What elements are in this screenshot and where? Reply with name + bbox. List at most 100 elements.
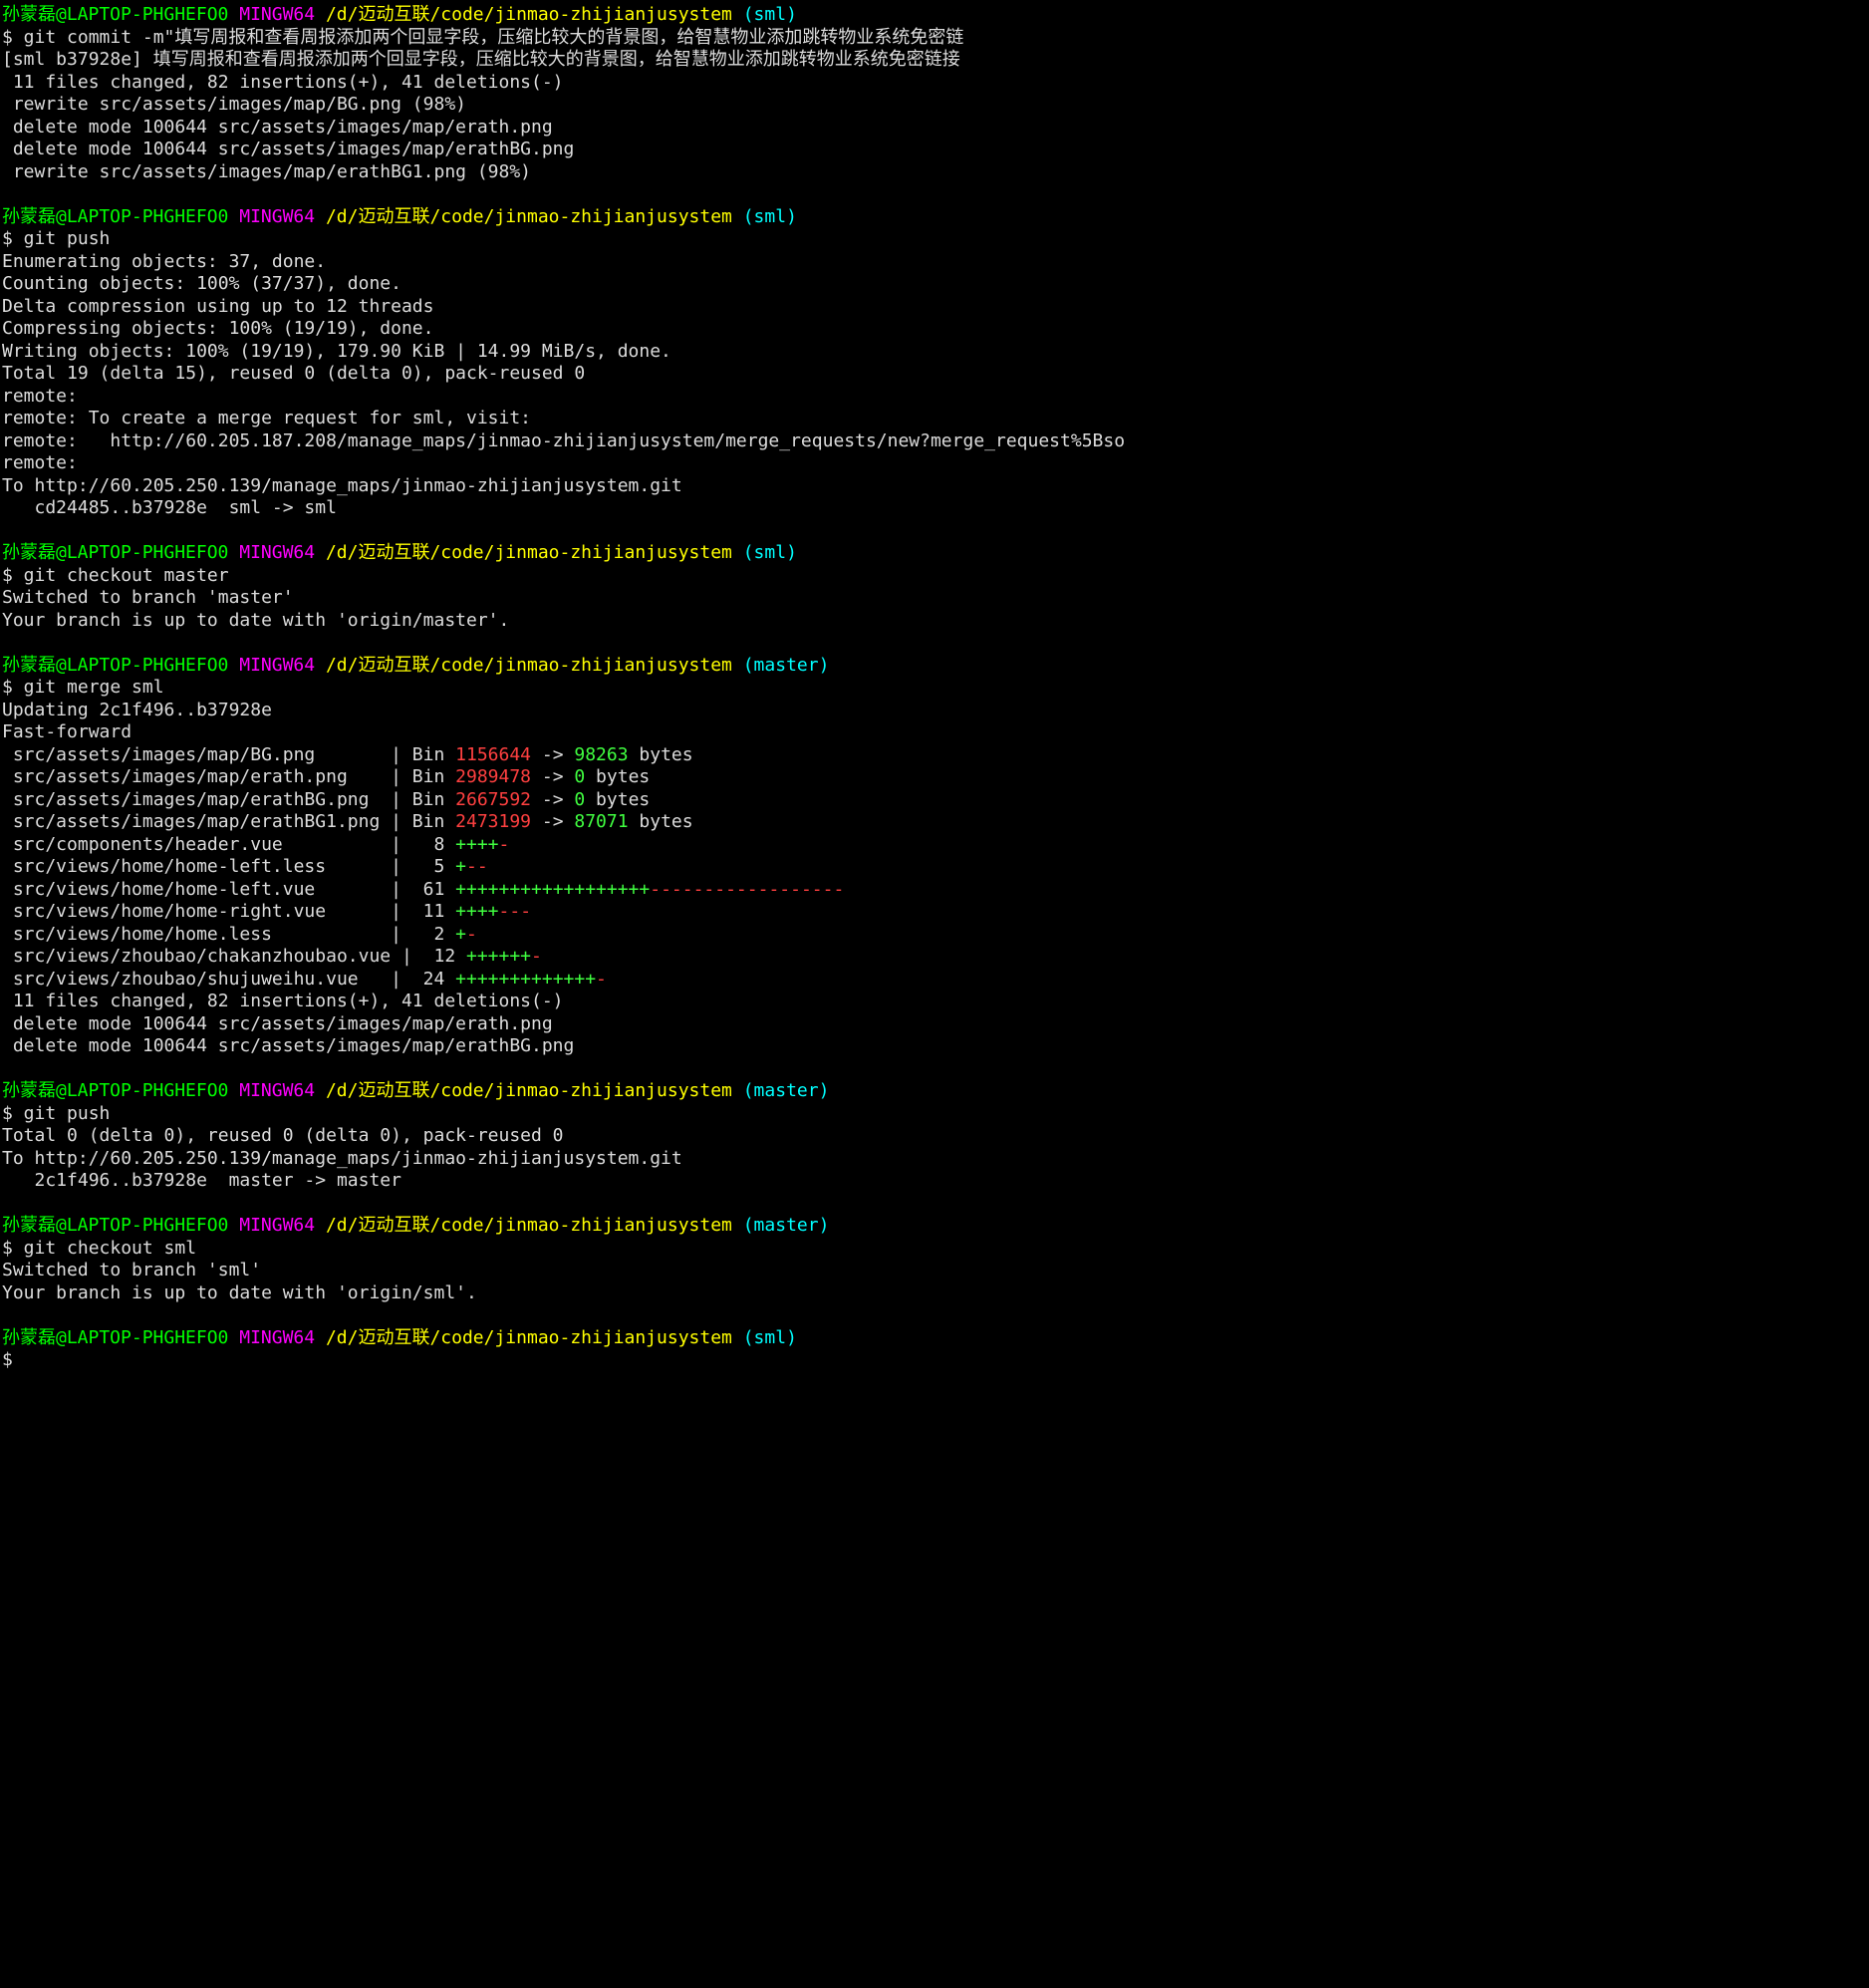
- terminal-segment: bytes: [585, 766, 650, 787]
- terminal-line: [2, 183, 1867, 206]
- terminal-line: src/assets/images/map/BG.png | Bin 11566…: [2, 744, 1867, 767]
- terminal-line: Updating 2c1f496..b37928e: [2, 700, 1867, 722]
- terminal-line: Fast-forward: [2, 721, 1867, 744]
- terminal-line: remote: To create a merge request for sm…: [2, 408, 1867, 430]
- terminal-segment: ->: [531, 744, 574, 765]
- terminal-segment: Writing objects: 100% (19/19), 179.90 Ki…: [2, 341, 671, 362]
- terminal-segment: /d/迈动互联/code/jinmao-zhijianjusystem: [326, 1327, 743, 1348]
- terminal-segment: ++++: [455, 834, 498, 855]
- terminal-segment: bytes: [629, 811, 693, 832]
- terminal-segment: (master): [743, 1080, 830, 1101]
- terminal-line: Enumerating objects: 37, done.: [2, 251, 1867, 274]
- terminal-segment: /d/迈动互联/code/jinmao-zhijianjusystem: [326, 1215, 743, 1236]
- terminal-segment: ++++: [455, 901, 498, 922]
- terminal-line: Total 0 (delta 0), reused 0 (delta 0), p…: [2, 1125, 1867, 1148]
- terminal-segment: To http://60.205.250.139/manage_maps/jin…: [2, 1148, 682, 1169]
- terminal-segment: --: [466, 856, 488, 877]
- terminal-segment: 孙蒙磊@LAPTOP-PHGHEFO0: [2, 655, 239, 676]
- terminal-segment: 0: [574, 789, 585, 810]
- terminal-line: rewrite src/assets/images/map/erathBG1.p…: [2, 161, 1867, 184]
- terminal-segment: ->: [531, 766, 574, 787]
- terminal-window[interactable]: 孙蒙磊@LAPTOP-PHGHEFO0 MINGW64 /d/迈动互联/code…: [0, 0, 1869, 1376]
- terminal-segment: Enumerating objects: 37, done.: [2, 251, 326, 272]
- terminal-line: To http://60.205.250.139/manage_maps/jin…: [2, 1148, 1867, 1171]
- terminal-segment: 98263: [574, 744, 628, 765]
- terminal-line: [2, 1193, 1867, 1216]
- terminal-segment: 孙蒙磊@LAPTOP-PHGHEFO0: [2, 542, 239, 563]
- terminal-segment: $ git commit -m"填写周报和查看周报添加两个回显字段，压缩比较大的…: [2, 27, 963, 48]
- terminal-segment: rewrite src/assets/images/map/erathBG1.p…: [2, 161, 531, 182]
- terminal-segment: src/views/zhoubao/chakanzhoubao.vue | 12: [2, 946, 466, 967]
- terminal-segment: src/components/header.vue | 8: [2, 834, 455, 855]
- terminal-line: delete mode 100644 src/assets/images/map…: [2, 1013, 1867, 1036]
- terminal-segment: MINGW64: [239, 1080, 326, 1101]
- terminal-segment: ++++++++++++++++++: [455, 879, 650, 900]
- terminal-line: To http://60.205.250.139/manage_maps/jin…: [2, 475, 1867, 498]
- terminal-line: 孙蒙磊@LAPTOP-PHGHEFO0 MINGW64 /d/迈动互联/code…: [2, 206, 1867, 229]
- terminal-segment: /d/迈动互联/code/jinmao-zhijianjusystem: [326, 206, 743, 227]
- terminal-segment: MINGW64: [239, 1215, 326, 1236]
- terminal-segment: $ git merge sml: [2, 677, 164, 698]
- terminal-line: Compressing objects: 100% (19/19), done.: [2, 318, 1867, 341]
- terminal-segment: Fast-forward: [2, 721, 132, 742]
- terminal-line: remote:: [2, 386, 1867, 409]
- terminal-line: $ git checkout sml: [2, 1238, 1867, 1261]
- terminal-line: src/views/home/home-right.vue | 11 ++++-…: [2, 901, 1867, 924]
- terminal-segment: $ git push: [2, 1103, 110, 1124]
- terminal-segment: Counting objects: 100% (37/37), done.: [2, 273, 401, 294]
- terminal-line: Total 19 (delta 15), reused 0 (delta 0),…: [2, 363, 1867, 386]
- terminal-segment: MINGW64: [239, 655, 326, 676]
- terminal-segment: (master): [743, 655, 830, 676]
- terminal-segment: 1156644: [455, 744, 531, 765]
- terminal-segment: /d/迈动互联/code/jinmao-zhijianjusystem: [326, 655, 743, 676]
- terminal-segment: 87071: [574, 811, 628, 832]
- terminal-segment: src/views/zhoubao/shujuweihu.vue | 24: [2, 969, 455, 990]
- terminal-line: Your branch is up to date with 'origin/s…: [2, 1282, 1867, 1305]
- terminal-segment: src/assets/images/map/erathBG1.png | Bin: [2, 811, 455, 832]
- terminal-segment: $: [2, 1349, 13, 1370]
- terminal-segment: ->: [531, 811, 574, 832]
- terminal-segment: ->: [531, 789, 574, 810]
- terminal-line: src/views/home/home.less | 2 +-: [2, 924, 1867, 947]
- terminal-segment: Switched to branch 'sml': [2, 1260, 261, 1280]
- terminal-line: [2, 1304, 1867, 1327]
- terminal-segment: 孙蒙磊@LAPTOP-PHGHEFO0: [2, 1080, 239, 1101]
- terminal-segment: src/assets/images/map/BG.png | Bin: [2, 744, 455, 765]
- terminal-segment: src/views/home/home-left.less | 5: [2, 856, 455, 877]
- terminal-line: [2, 632, 1867, 655]
- terminal-segment: MINGW64: [239, 206, 326, 227]
- terminal-line: $: [2, 1349, 1867, 1372]
- terminal-segment: Total 0 (delta 0), reused 0 (delta 0), p…: [2, 1125, 564, 1146]
- terminal-segment: 2473199: [455, 811, 531, 832]
- terminal-segment: -: [499, 834, 510, 855]
- terminal-segment: $ git checkout sml: [2, 1238, 196, 1259]
- terminal-segment: bytes: [629, 744, 693, 765]
- terminal-segment: src/assets/images/map/erath.png | Bin: [2, 766, 455, 787]
- terminal-segment: +: [455, 924, 466, 945]
- terminal-line: src/views/home/home-left.vue | 61 ++++++…: [2, 879, 1867, 902]
- terminal-line: 11 files changed, 82 insertions(+), 41 d…: [2, 72, 1867, 95]
- terminal-segment: +++++++++++++: [455, 969, 596, 990]
- terminal-line: src/assets/images/map/erathBG1.png | Bin…: [2, 811, 1867, 834]
- terminal-segment: $ git push: [2, 228, 110, 249]
- terminal-line: remote: http://60.205.187.208/manage_map…: [2, 430, 1867, 453]
- terminal-segment: src/views/home/home-right.vue | 11: [2, 901, 455, 922]
- terminal-segment: 2c1f496..b37928e master -> master: [2, 1170, 401, 1191]
- terminal-line: Writing objects: 100% (19/19), 179.90 Ki…: [2, 341, 1867, 364]
- terminal-segment: 0: [574, 766, 585, 787]
- terminal-segment: Your branch is up to date with 'origin/m…: [2, 610, 509, 631]
- terminal-line: src/assets/images/map/erath.png | Bin 29…: [2, 766, 1867, 789]
- terminal-segment: Your branch is up to date with 'origin/s…: [2, 1282, 477, 1303]
- terminal-segment: ++++++: [466, 946, 531, 967]
- terminal-line: cd24485..b37928e sml -> sml: [2, 497, 1867, 520]
- terminal-segment: Compressing objects: 100% (19/19), done.: [2, 318, 433, 339]
- terminal-segment: MINGW64: [239, 4, 326, 25]
- terminal-segment: -: [596, 969, 607, 990]
- terminal-line: delete mode 100644 src/assets/images/map…: [2, 139, 1867, 161]
- terminal-segment: (sml): [743, 206, 797, 227]
- terminal-segment: delete mode 100644 src/assets/images/map…: [2, 117, 553, 138]
- terminal-segment: ---: [499, 901, 532, 922]
- terminal-line: 孙蒙磊@LAPTOP-PHGHEFO0 MINGW64 /d/迈动互联/code…: [2, 1215, 1867, 1238]
- terminal-segment: remote:: [2, 452, 78, 473]
- terminal-segment: 2989478: [455, 766, 531, 787]
